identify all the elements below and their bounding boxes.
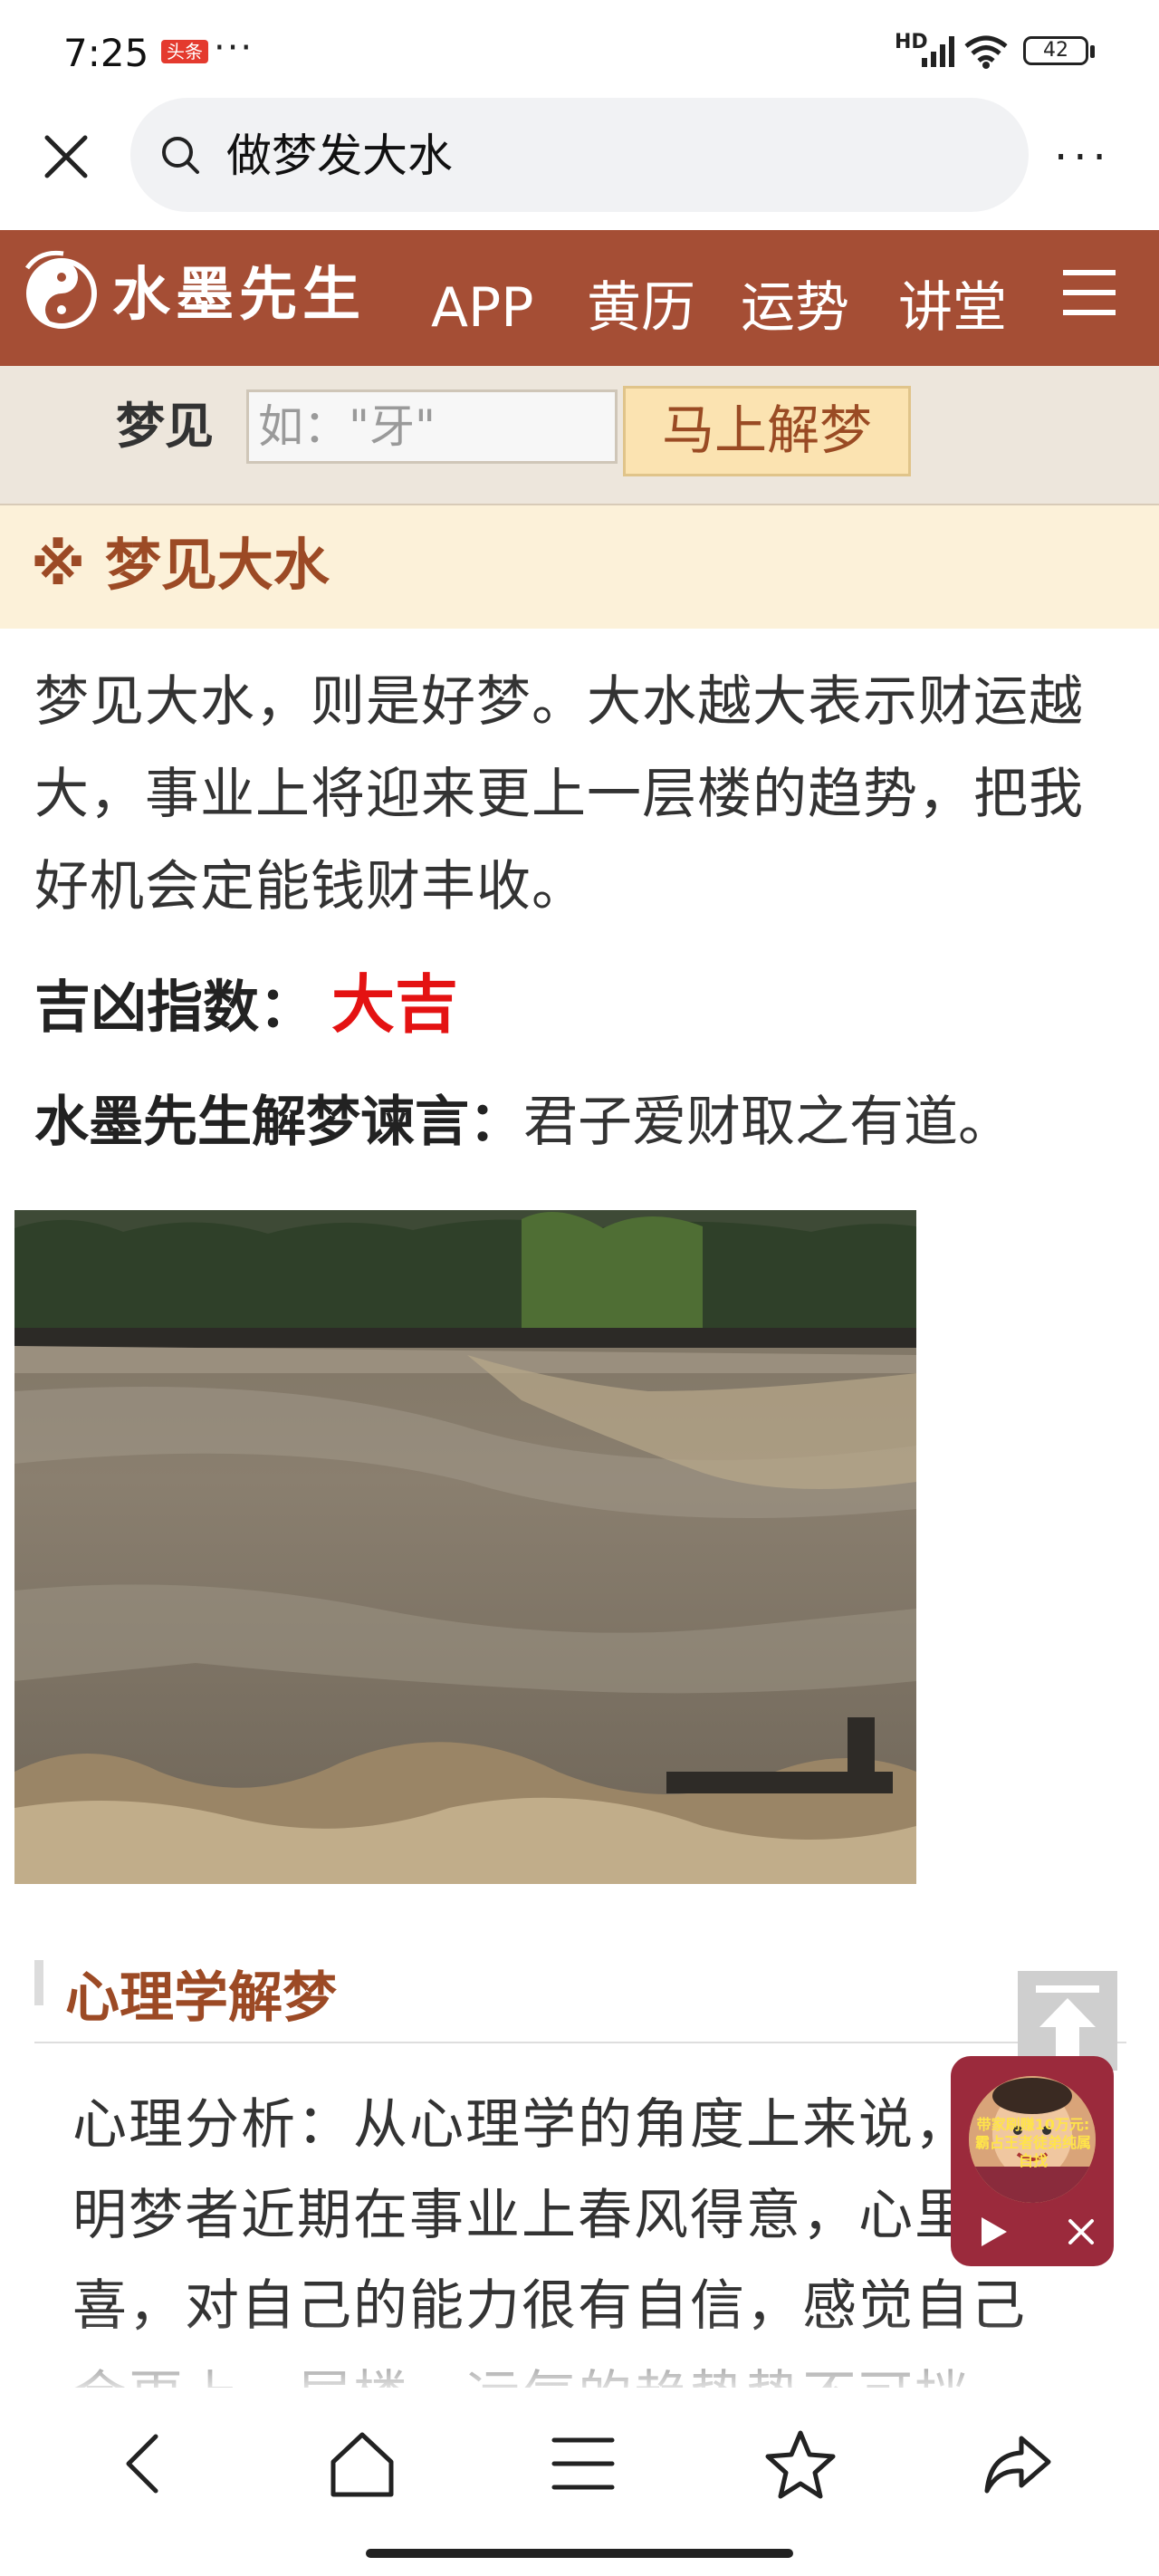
wifi-icon xyxy=(964,35,1008,69)
hamburger-menu-icon[interactable] xyxy=(1061,268,1117,317)
status-more-dots: ··· xyxy=(214,27,254,69)
signal-icon xyxy=(922,36,954,67)
app-badge: 头条 xyxy=(161,40,208,63)
dream-description: 梦见大水，则是好梦。大水越大表示财运越大，事业上将迎来更上一层楼的趋势，把我好机… xyxy=(34,670,1084,918)
video-caption: 带家刷赚10万元:霸占王者徒弟纯属自找 xyxy=(974,2116,1091,2169)
more-menu-button[interactable]: ··· xyxy=(1054,132,1117,183)
luck-value: 大吉 xyxy=(331,967,459,1042)
nav-yunshi[interactable]: 运势 xyxy=(741,272,849,344)
search-icon xyxy=(162,137,199,174)
psychology-title: 心理学解梦 xyxy=(65,1966,337,2030)
play-icon[interactable] xyxy=(974,2214,1011,2250)
home-indicator xyxy=(366,2549,793,2558)
proverb-row: 水墨先生解梦谏言：君子爱财取之有道。 xyxy=(34,1081,1012,1163)
logo-emblem-icon[interactable] xyxy=(22,250,103,337)
section-divider xyxy=(34,2042,1126,2043)
site-logo-text[interactable]: 水墨先生 xyxy=(112,250,366,341)
status-time: 7:25 xyxy=(63,31,149,75)
dream-search-input[interactable] xyxy=(246,389,618,464)
home-icon[interactable] xyxy=(326,2427,398,2500)
back-arrow-icon[interactable] xyxy=(109,2427,181,2500)
dream-search-label: 梦见 xyxy=(116,398,214,455)
luck-row: 吉凶指数： 大吉 xyxy=(34,964,458,1048)
battery-tip xyxy=(1090,45,1095,58)
nav-jiangtang[interactable]: 讲堂 xyxy=(898,272,1007,344)
luck-label: 吉凶指数： xyxy=(34,974,316,1040)
close-icon[interactable] xyxy=(36,127,96,187)
nav-huangli[interactable]: 黄历 xyxy=(587,272,695,344)
close-video-icon[interactable] xyxy=(1065,2216,1097,2248)
share-icon[interactable] xyxy=(982,2427,1054,2500)
battery-icon: 42 xyxy=(1023,36,1088,65)
section-title: ※ 梦见大水 xyxy=(31,532,330,598)
flood-photo xyxy=(14,1210,916,1884)
content-fade xyxy=(0,2319,1159,2400)
star-icon[interactable] xyxy=(764,2427,837,2500)
tabs-menu-icon[interactable] xyxy=(547,2427,619,2500)
dream-search-button[interactable]: 马上解梦 xyxy=(623,386,911,476)
section-accent-bar xyxy=(34,1960,43,2005)
proverb-text: 君子爱财取之有道。 xyxy=(523,1091,1012,1154)
proverb-label: 水墨先生解梦谏言： xyxy=(34,1091,523,1154)
nav-app[interactable]: APP xyxy=(431,272,533,344)
search-query[interactable]: 做梦发大水 xyxy=(226,127,453,185)
